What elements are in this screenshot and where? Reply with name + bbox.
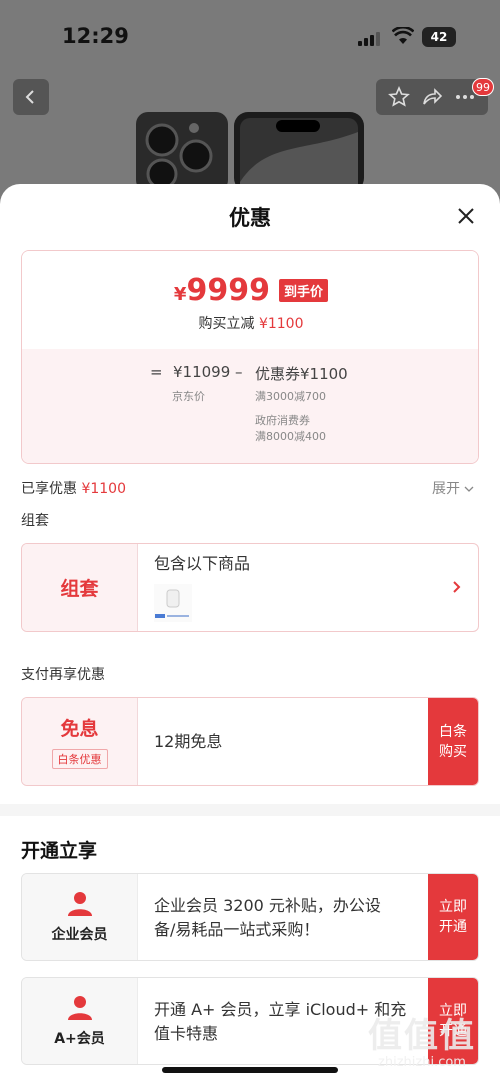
home-indicator[interactable]: [162, 1067, 338, 1073]
jd-price-label: 京东价: [172, 390, 205, 403]
bundle-title: 组套: [60, 578, 99, 600]
star-icon[interactable]: [387, 86, 410, 108]
sheet-title: 优惠: [229, 206, 271, 230]
status-time: 12:29: [62, 24, 129, 48]
status-bar: 12:29 42: [0, 0, 500, 70]
jd-price: ¥11099: [173, 363, 231, 381]
price-summary: ¥9999 到手价 购买立减 ¥1100: [22, 251, 478, 349]
section-divider: [0, 804, 500, 816]
coupon-detail: 政府消费券: [255, 414, 310, 427]
membership-left: 企业会员: [22, 874, 138, 960]
product-image: [136, 112, 364, 192]
final-price: ¥9999: [173, 273, 270, 308]
expand-button[interactable]: 展开: [432, 478, 474, 498]
bundle-left: 组套: [22, 544, 138, 631]
pay-text: 12期免息: [154, 732, 223, 751]
battery-icon: 42: [422, 27, 456, 47]
close-icon[interactable]: [454, 204, 478, 228]
watermark: 值值值 zhizhizhi.com: [352, 1008, 492, 1070]
bundle-product-thumbnail[interactable]: [154, 584, 192, 622]
share-icon[interactable]: [421, 86, 443, 108]
reduce-line: 购买立减 ¥1100: [198, 316, 304, 332]
back-button[interactable]: [13, 79, 49, 115]
wifi-icon: [392, 27, 414, 44]
chevron-right-icon: [453, 581, 461, 593]
pay-card: 免息 白条优惠 12期免息 白条购买: [21, 697, 479, 786]
watermark-logo: 值值值: [368, 1016, 476, 1056]
user-icon: [67, 996, 92, 1020]
membership-name: A+会员: [54, 1031, 105, 1047]
minus-sign: –: [235, 363, 243, 381]
bundle-section-label: 组套: [21, 513, 49, 529]
pay-section-label: 支付再享优惠: [21, 667, 105, 683]
bundle-text: 包含以下商品: [154, 554, 251, 573]
pay-tag: 白条优惠: [51, 749, 108, 769]
price-card: ¥9999 到手价 购买立减 ¥1100 = ¥11099 京东价 – 优惠券¥…: [21, 250, 479, 464]
price-tag: 到手价: [279, 279, 329, 302]
open-membership-button[interactable]: 立即开通: [428, 874, 478, 960]
membership-left: A+会员: [22, 978, 138, 1064]
bundle-card[interactable]: 组套 包含以下商品: [21, 543, 479, 632]
discount-sheet: 优惠 ¥9999 到手价 购买立减 ¥1100 = ¥11099 京东价 – 优…: [0, 184, 500, 1083]
baitiao-buy-button[interactable]: 白条购买: [428, 698, 478, 785]
coupon-amount: 优惠券¥1100: [255, 365, 348, 383]
equals-sign: =: [150, 363, 163, 381]
notification-badge: 99: [472, 78, 494, 96]
coupon-detail: 满3000减700: [255, 390, 326, 403]
user-icon: [67, 892, 92, 916]
final-price-line: ¥9999 到手价: [22, 273, 478, 308]
membership-name: 企业会员: [51, 927, 108, 943]
chevron-left-icon: [25, 90, 34, 104]
membership-section-title: 开通立享: [21, 840, 98, 862]
pay-title: 免息: [60, 718, 99, 740]
enjoyed-discount: 已享优惠 ¥1100: [21, 481, 126, 497]
chevron-down-icon: [464, 486, 474, 492]
membership-card: 企业会员 企业会员 3200 元补贴，办公设 备/易耗品一站式采购！ 立即开通: [21, 873, 479, 961]
watermark-url: zhizhizhi.com: [378, 1055, 466, 1070]
pay-left: 免息 白条优惠: [22, 698, 138, 785]
coupon-detail: 满8000减400: [255, 430, 326, 443]
price-breakdown: = ¥11099 京东价 – 优惠券¥1100 满3000减700 政府消费券 …: [22, 349, 478, 463]
membership-text: 企业会员 3200 元补贴，办公设 备/易耗品一站式采购！: [154, 896, 381, 939]
signal-icon: [358, 30, 382, 46]
